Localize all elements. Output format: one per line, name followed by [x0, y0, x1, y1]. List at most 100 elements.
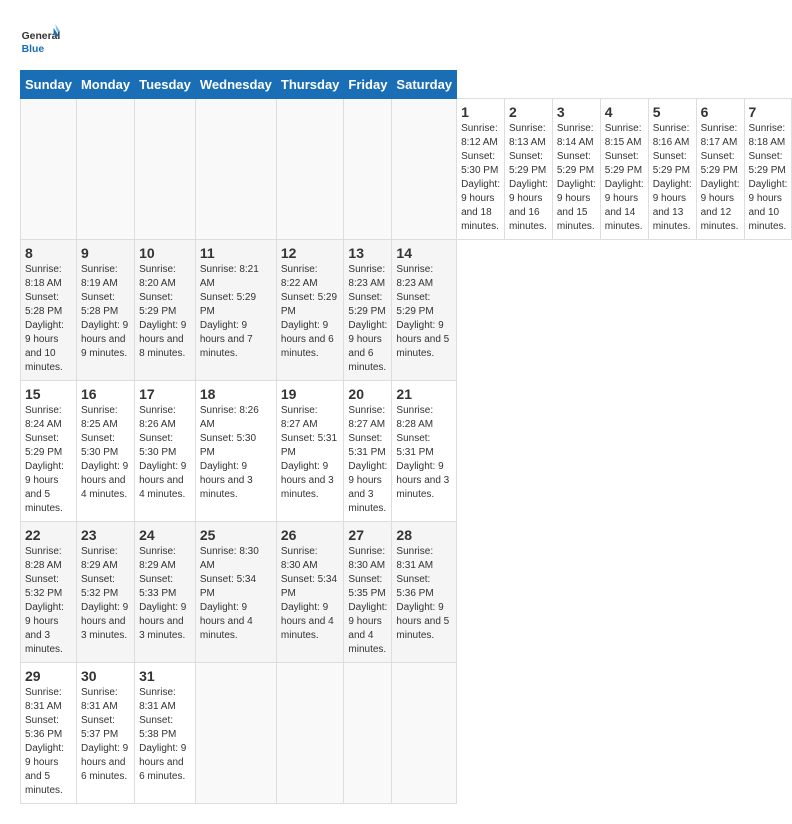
day-info: Sunrise: 8:18 AMSunset: 5:29 PMDaylight:… — [749, 123, 788, 232]
svg-text:Blue: Blue — [22, 44, 45, 55]
calendar-day-cell: 8Sunrise: 8:18 AMSunset: 5:28 PMDaylight… — [21, 240, 77, 381]
calendar-week-row: 8Sunrise: 8:18 AMSunset: 5:28 PMDaylight… — [21, 240, 792, 381]
day-info: Sunrise: 8:30 AMSunset: 5:34 PMDaylight:… — [200, 546, 259, 641]
day-number: 27 — [348, 527, 387, 543]
calendar-day-cell: 5 Sunrise: 8:16 AMSunset: 5:29 PMDaylight… — [648, 99, 696, 240]
day-info: Sunrise: 8:23 AMSunset: 5:29 PMDaylight:… — [396, 264, 449, 359]
calendar-day-cell: 11 Sunrise: 8:21 AMSunset: 5:29 PMDayligh… — [195, 240, 276, 381]
calendar-day-cell: 22Sunrise: 8:28 AMSunset: 5:32 PMDayligh… — [21, 522, 77, 663]
calendar-day-cell: 21 Sunrise: 8:28 AMSunset: 5:31 PMDayligh… — [392, 381, 457, 522]
calendar-day-cell — [276, 99, 344, 240]
day-number: 12 — [281, 245, 340, 261]
calendar-day-cell: 9Sunrise: 8:19 AMSunset: 5:28 PMDaylight… — [76, 240, 134, 381]
day-info: Sunrise: 8:31 AMSunset: 5:36 PMDaylight:… — [25, 687, 64, 796]
day-info: Sunrise: 8:29 AMSunset: 5:32 PMDaylight:… — [81, 546, 128, 641]
calendar-day-cell: 23Sunrise: 8:29 AMSunset: 5:32 PMDayligh… — [76, 522, 134, 663]
day-info: Sunrise: 8:29 AMSunset: 5:33 PMDaylight:… — [139, 546, 186, 641]
day-header: Wednesday — [195, 71, 276, 99]
day-info: Sunrise: 8:12 AMSunset: 5:30 PMDaylight:… — [461, 123, 500, 232]
calendar-day-cell — [392, 663, 457, 804]
day-number: 19 — [281, 386, 340, 402]
calendar-day-cell — [344, 99, 392, 240]
calendar-day-cell: 30Sunrise: 8:31 AMSunset: 5:37 PMDayligh… — [76, 663, 134, 804]
day-number: 20 — [348, 386, 387, 402]
day-number: 3 — [557, 104, 596, 120]
calendar-day-cell: 24 Sunrise: 8:29 AMSunset: 5:33 PMDayligh… — [135, 522, 196, 663]
day-info: Sunrise: 8:26 AMSunset: 5:30 PMDaylight:… — [200, 405, 259, 500]
calendar-day-cell: 2 Sunrise: 8:13 AMSunset: 5:29 PMDaylight… — [504, 99, 552, 240]
calendar-day-cell: 19 Sunrise: 8:27 AMSunset: 5:31 PMDayligh… — [276, 381, 344, 522]
day-info: Sunrise: 8:28 AMSunset: 5:31 PMDaylight:… — [396, 405, 449, 500]
day-info: Sunrise: 8:18 AMSunset: 5:28 PMDaylight:… — [25, 264, 64, 373]
calendar-table: SundayMondayTuesdayWednesdayThursdayFrid… — [20, 70, 792, 804]
calendar-day-cell: 1 Sunrise: 8:12 AMSunset: 5:30 PMDaylight… — [457, 99, 505, 240]
day-info: Sunrise: 8:31 AMSunset: 5:37 PMDaylight:… — [81, 687, 128, 782]
calendar-day-cell: 26 Sunrise: 8:30 AMSunset: 5:34 PMDayligh… — [276, 522, 344, 663]
day-info: Sunrise: 8:23 AMSunset: 5:29 PMDaylight:… — [348, 264, 387, 373]
calendar-day-cell: 20 Sunrise: 8:27 AMSunset: 5:31 PMDayligh… — [344, 381, 392, 522]
day-info: Sunrise: 8:31 AMSunset: 5:38 PMDaylight:… — [139, 687, 186, 782]
day-number: 1 — [461, 104, 500, 120]
day-number: 11 — [200, 245, 272, 261]
calendar-body: 1 Sunrise: 8:12 AMSunset: 5:30 PMDaylight… — [21, 99, 792, 804]
day-header: Tuesday — [135, 71, 196, 99]
day-info: Sunrise: 8:21 AMSunset: 5:29 PMDaylight:… — [200, 264, 259, 359]
day-info: Sunrise: 8:16 AMSunset: 5:29 PMDaylight:… — [653, 123, 692, 232]
day-info: Sunrise: 8:20 AMSunset: 5:29 PMDaylight:… — [139, 264, 186, 359]
day-header: Sunday — [21, 71, 77, 99]
calendar-day-cell: 29Sunrise: 8:31 AMSunset: 5:36 PMDayligh… — [21, 663, 77, 804]
day-info: Sunrise: 8:27 AMSunset: 5:31 PMDaylight:… — [348, 405, 387, 514]
day-header: Friday — [344, 71, 392, 99]
day-info: Sunrise: 8:31 AMSunset: 5:36 PMDaylight:… — [396, 546, 449, 641]
day-number: 18 — [200, 386, 272, 402]
day-header: Saturday — [392, 71, 457, 99]
calendar-day-cell: 6 Sunrise: 8:17 AMSunset: 5:29 PMDaylight… — [696, 99, 744, 240]
day-number: 7 — [749, 104, 788, 120]
day-number: 13 — [348, 245, 387, 261]
calendar-day-cell — [195, 663, 276, 804]
calendar-week-row: 29Sunrise: 8:31 AMSunset: 5:36 PMDayligh… — [21, 663, 792, 804]
day-header: Thursday — [276, 71, 344, 99]
day-number: 26 — [281, 527, 340, 543]
day-number: 17 — [139, 386, 191, 402]
day-info: Sunrise: 8:27 AMSunset: 5:31 PMDaylight:… — [281, 405, 337, 500]
calendar-day-cell: 27 Sunrise: 8:30 AMSunset: 5:35 PMDayligh… — [344, 522, 392, 663]
day-number: 22 — [25, 527, 72, 543]
day-info: Sunrise: 8:25 AMSunset: 5:30 PMDaylight:… — [81, 405, 128, 500]
day-number: 16 — [81, 386, 130, 402]
day-info: Sunrise: 8:22 AMSunset: 5:29 PMDaylight:… — [281, 264, 337, 359]
calendar-day-cell: 25Sunrise: 8:30 AMSunset: 5:34 PMDayligh… — [195, 522, 276, 663]
calendar-day-cell — [135, 99, 196, 240]
day-number: 9 — [81, 245, 130, 261]
logo: General Blue — [20, 20, 64, 60]
day-info: Sunrise: 8:30 AMSunset: 5:35 PMDaylight:… — [348, 546, 387, 655]
calendar-day-cell — [76, 99, 134, 240]
calendar-day-cell: 14 Sunrise: 8:23 AMSunset: 5:29 PMDayligh… — [392, 240, 457, 381]
calendar-header-row: SundayMondayTuesdayWednesdayThursdayFrid… — [21, 71, 792, 99]
calendar-day-cell: 17Sunrise: 8:26 AMSunset: 5:30 PMDayligh… — [135, 381, 196, 522]
calendar-day-cell: 18 Sunrise: 8:26 AMSunset: 5:30 PMDayligh… — [195, 381, 276, 522]
calendar-week-row: 1 Sunrise: 8:12 AMSunset: 5:30 PMDaylight… — [21, 99, 792, 240]
calendar-day-cell: 13 Sunrise: 8:23 AMSunset: 5:29 PMDayligh… — [344, 240, 392, 381]
day-number: 4 — [605, 104, 644, 120]
day-number: 14 — [396, 245, 452, 261]
day-number: 21 — [396, 386, 452, 402]
day-info: Sunrise: 8:14 AMSunset: 5:29 PMDaylight:… — [557, 123, 596, 232]
day-info: Sunrise: 8:15 AMSunset: 5:29 PMDaylight:… — [605, 123, 644, 232]
day-info: Sunrise: 8:30 AMSunset: 5:34 PMDaylight:… — [281, 546, 337, 641]
logo-icon: General Blue — [20, 20, 60, 60]
calendar-day-cell — [344, 663, 392, 804]
day-info: Sunrise: 8:13 AMSunset: 5:29 PMDaylight:… — [509, 123, 548, 232]
day-number: 6 — [701, 104, 740, 120]
day-info: Sunrise: 8:17 AMSunset: 5:29 PMDaylight:… — [701, 123, 740, 232]
day-number: 2 — [509, 104, 548, 120]
calendar-day-cell: 15Sunrise: 8:24 AMSunset: 5:29 PMDayligh… — [21, 381, 77, 522]
day-number: 31 — [139, 668, 191, 684]
calendar-week-row: 22Sunrise: 8:28 AMSunset: 5:32 PMDayligh… — [21, 522, 792, 663]
calendar-day-cell: 12 Sunrise: 8:22 AMSunset: 5:29 PMDayligh… — [276, 240, 344, 381]
day-info: Sunrise: 8:24 AMSunset: 5:29 PMDaylight:… — [25, 405, 64, 514]
day-number: 24 — [139, 527, 191, 543]
day-number: 5 — [653, 104, 692, 120]
calendar-day-cell: 7 Sunrise: 8:18 AMSunset: 5:29 PMDaylight… — [744, 99, 792, 240]
calendar-week-row: 15Sunrise: 8:24 AMSunset: 5:29 PMDayligh… — [21, 381, 792, 522]
